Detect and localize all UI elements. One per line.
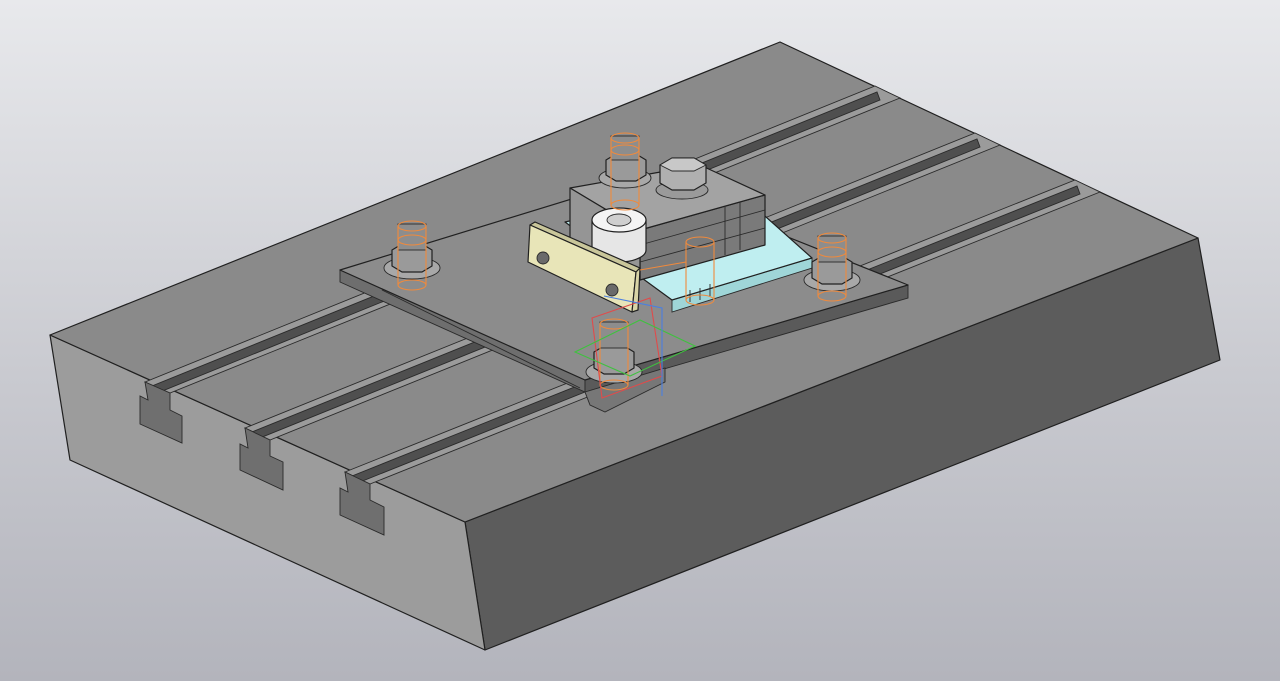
hex-bolt[interactable]: [655, 157, 709, 200]
strap-bolt-head-right: [605, 283, 619, 297]
strap-bolt-head-left: [536, 251, 550, 265]
3d-viewport[interactable]: [0, 0, 1280, 681]
